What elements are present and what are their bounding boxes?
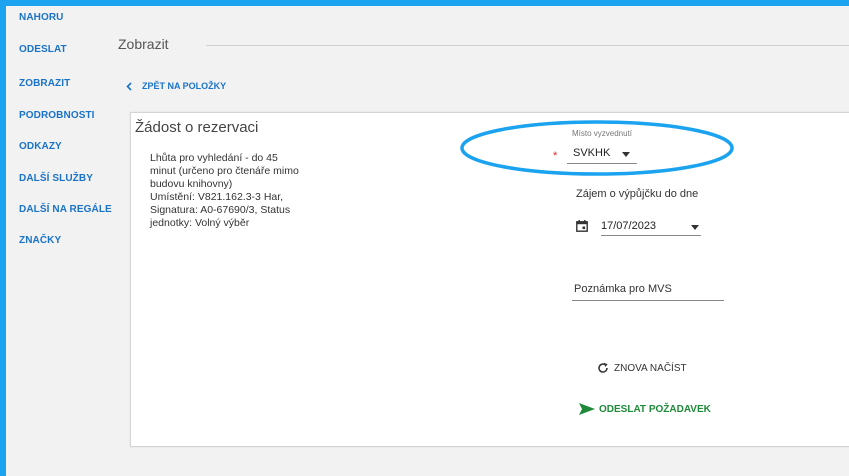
submit-request-button[interactable]: ODESLAT POŽADAVEK [579,403,711,415]
app-frame: NAHORU ODESLAT ZOBRAZIT PODROBNOSTI ODKA… [6,6,849,476]
interest-date-value: 17/07/2023 [601,220,701,236]
interest-date-field[interactable]: 17/07/2023 [576,217,704,237]
pickup-location-label: Místo vyzvednutí [572,129,633,138]
interest-date-label: Zájem o výpůjčku do dne [576,188,699,200]
caret-down-icon [622,152,630,157]
page-title: Zobrazit [118,36,169,52]
send-icon [579,403,595,415]
reservation-card: Žádost o rezervaci Lhůta pro vyhledání -… [130,112,849,447]
sidebar-item-podrobnosti[interactable]: PODROBNOSTI [19,110,95,121]
mvs-note-input[interactable]: Poznámka pro MVS [572,280,724,301]
required-marker: * [553,150,558,162]
mvs-note-placeholder: Poznámka pro MVS [574,283,672,295]
page-header: Zobrazit [118,36,849,58]
back-to-items-link[interactable]: ZPĚT NA POLOŽKY [126,81,226,91]
calendar-icon[interactable] [576,220,588,232]
sidebar-item-znacky[interactable]: ZNAČKY [19,235,61,246]
reload-button[interactable]: ZNOVA NAČÍST [597,362,687,374]
reload-button-label: ZNOVA NAČÍST [614,362,687,374]
sidebar-item-dalsi-na-regale[interactable]: DALŠÍ NA REGÁLE [19,204,112,215]
caret-down-icon [691,225,699,230]
pickup-location-select[interactable]: SVKHK [567,145,637,164]
refresh-icon [598,362,608,373]
header-divider [206,45,849,46]
chevron-left-icon [126,81,132,91]
sidebar-item-dalsi-sluzby[interactable]: DALŠÍ SLUŽBY [19,173,93,184]
reservation-info: Lhůta pro vyhledání - do 45 minut (určen… [150,152,299,229]
sidebar-item-zobrazit[interactable]: ZOBRAZIT [19,78,70,89]
sidebar-item-odkazy[interactable]: ODKAZY [19,141,62,152]
card-title: Žádost o rezervaci [135,119,259,136]
back-link-label: ZPĚT NA POLOŽKY [142,81,227,91]
sidebar-item-odeslat[interactable]: ODESLAT [19,44,67,55]
sidebar-item-nahoru[interactable]: NAHORU [19,12,64,23]
pickup-location-value: SVKHK [573,147,611,159]
submit-button-label: ODESLAT POŽADAVEK [599,403,711,415]
